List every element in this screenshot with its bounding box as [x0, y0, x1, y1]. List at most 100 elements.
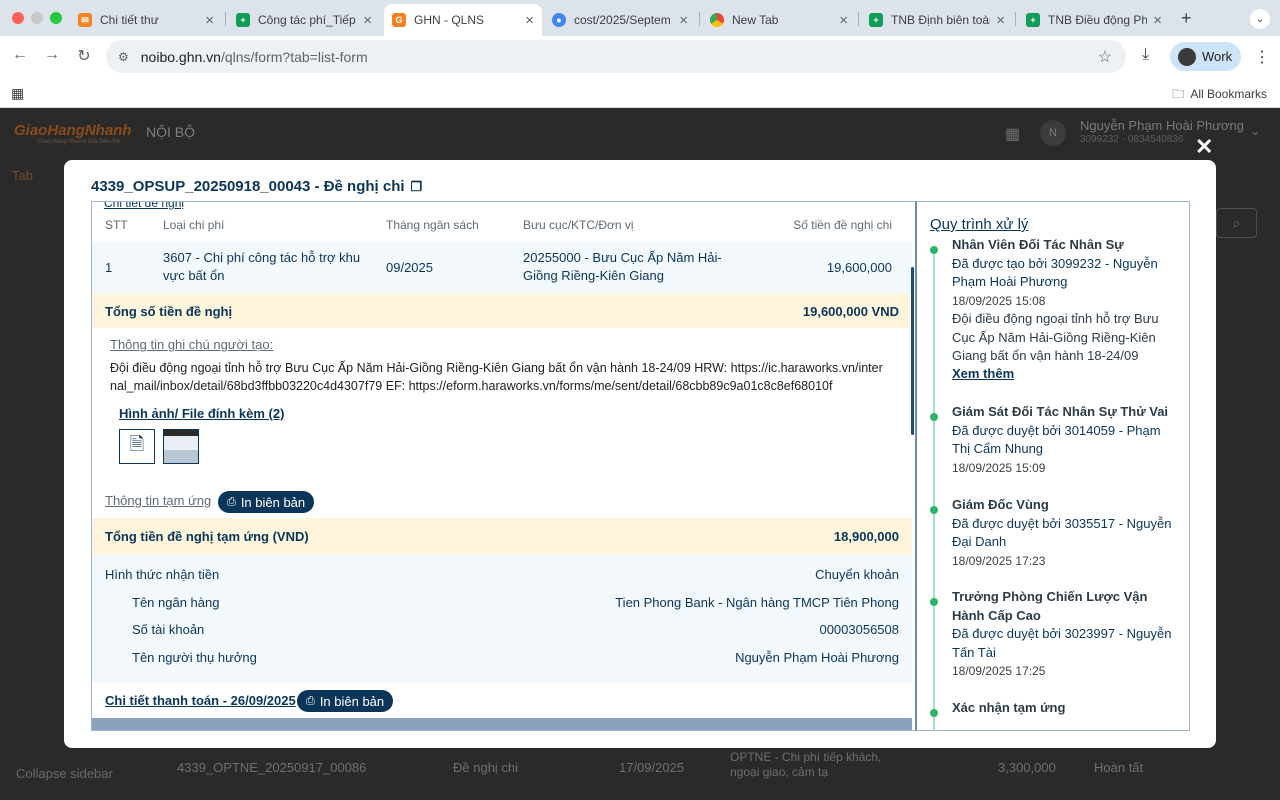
window-minimize-button[interactable]: [31, 12, 43, 24]
browser-tab-6[interactable]: + TNB Điều động Phư ×: [1018, 4, 1170, 36]
tab-title: GHN - QLNS: [414, 13, 485, 27]
step-by: Đã được duyệt bởi 3035517 - Nguyễn Đại D…: [952, 515, 1172, 550]
tab-separator: [699, 12, 700, 26]
col-month: Tháng ngân sách: [386, 218, 479, 232]
close-icon[interactable]: ×: [205, 12, 214, 29]
payment-detail-title[interactable]: Chi tiết thanh toán - 26/09/2025: [105, 693, 296, 708]
request-detail-modal: 4339_OPSUP_20250918_00043 - Đề nghị chi ❐…: [64, 160, 1216, 748]
scrollbar[interactable]: [911, 267, 914, 435]
advance-info-title: Thông tin tạm ứng: [105, 493, 212, 508]
sidebar-item-tab: Tab: [12, 168, 33, 183]
step-role: Giám Sát Đối Tác Nhân Sự Thử Vai: [952, 404, 1169, 419]
step-role: Trưởng Phòng Chiến Lược Vận Hành Cấp Cao: [952, 589, 1148, 623]
profile-button[interactable]: Work: [1170, 42, 1241, 71]
star-icon[interactable]: ☆: [1098, 47, 1112, 67]
tab-title: TNB Định biên toàn: [891, 13, 991, 27]
timeline-dot: [930, 246, 938, 254]
print-label: In biên bản: [240, 494, 306, 510]
process-panel[interactable]: Quy trình xử lý Nhân Viên Đối Tác Nhân S…: [915, 201, 1190, 731]
creator-note-text: Đội điều động ngoại tỉnh hỗ trợ Bưu Cục …: [110, 361, 883, 393]
total-row: Tổng số tiền đề nghị 19,600,000 VND: [92, 294, 912, 328]
timeline-dot: [930, 413, 938, 421]
sheets-icon: +: [1026, 13, 1040, 27]
col-type: Loại chi phí: [163, 218, 225, 232]
browser-tab-1[interactable]: + Công tác phí_Tiếp ×: [228, 4, 380, 36]
payment-table-header: [92, 718, 912, 730]
bookmarks-bar: ▦ 🗀 All Bookmarks: [0, 77, 1280, 108]
modal-close-button[interactable]: ✕: [1195, 134, 1213, 160]
all-bookmarks-label: All Bookmarks: [1190, 87, 1267, 101]
tab-title: TNB Điều động Phư: [1048, 13, 1148, 27]
step-by: Đã được duyệt bởi 3023997 - Nguyễn Tấn T…: [952, 626, 1172, 660]
step-desc: Đội điều động ngoại tỉnh hỗ trợ Bưu Cục …: [952, 311, 1159, 363]
drive-icon: ●: [552, 13, 566, 27]
user-avatar: N: [1040, 120, 1066, 146]
process-step: Xác nhận tạm ứng: [952, 699, 1180, 718]
bg-row-date: 17/09/2025: [619, 760, 685, 775]
tab-title: Công tác phí_Tiếp: [258, 13, 356, 27]
more-menu-icon[interactable]: ⋮: [1254, 47, 1270, 67]
apps-grid-icon[interactable]: ▦: [11, 85, 24, 102]
step-time: 18/09/2025 17:23: [952, 553, 1046, 568]
creator-note-title: Thông tin ghi chú người tạo:: [110, 337, 274, 352]
forward-button[interactable]: →: [42, 46, 62, 64]
payment-method-info: Hình thức nhận tiền Chuyển khoản Tên ngâ…: [92, 555, 912, 683]
step-time: 18/09/2025 15:09: [952, 460, 1046, 475]
window-close-button[interactable]: [12, 12, 24, 24]
download-icon[interactable]: ⤓: [1142, 46, 1149, 64]
copy-icon[interactable]: ❐: [411, 179, 423, 194]
tab-separator: [858, 12, 859, 26]
advance-total-label: Tổng tiền đề nghị tạm ứng (VND): [105, 529, 309, 544]
browser-tab-4[interactable]: New Tab ×: [702, 4, 856, 36]
window-zoom-button[interactable]: [50, 12, 62, 24]
document-icon[interactable]: 🗎: [119, 429, 155, 464]
new-tab-button[interactable]: +: [1181, 8, 1192, 29]
browser-tab-3[interactable]: ● cost/2025/Septem ×: [544, 4, 696, 36]
close-icon[interactable]: ×: [363, 12, 372, 29]
close-icon[interactable]: ×: [525, 12, 534, 29]
printer-icon: ⎙: [227, 495, 236, 508]
print-advance-button[interactable]: ⎙ In biên bản: [218, 491, 315, 513]
chevron-down-icon[interactable]: ⌄: [1250, 9, 1270, 29]
collapse-sidebar: Collapse sidebar: [16, 766, 113, 781]
attachments-title[interactable]: Hình ảnh/ File đính kèm (2): [119, 406, 284, 421]
site-settings-icon[interactable]: ⚙: [118, 50, 129, 64]
back-button[interactable]: ←: [10, 46, 30, 64]
browser-tab-5[interactable]: + TNB Định biên toàn ×: [861, 4, 1013, 36]
address-bar[interactable]: ⚙ noibo.ghn.vn/qlns/form?tab=list-form ☆: [106, 40, 1126, 73]
browser-tab-2-active[interactable]: G GHN - QLNS ×: [384, 4, 542, 36]
image-attachment-thumbnail[interactable]: [163, 429, 199, 464]
browser-tab-0[interactable]: ✉ Chi tiết thư ×: [70, 4, 222, 36]
all-bookmarks-button[interactable]: 🗀 All Bookmarks: [1172, 85, 1267, 106]
account-value: 00003056508: [819, 622, 899, 637]
close-icon[interactable]: ×: [996, 12, 1005, 29]
print-payment-button[interactable]: ⎙ In biên bản: [297, 690, 394, 712]
close-icon[interactable]: ×: [839, 12, 848, 29]
col-stt: STT: [105, 218, 128, 232]
step-by: Đã được duyệt bởi 3014059 - Phạm Thị Cẩm…: [952, 422, 1161, 457]
reload-button[interactable]: ↻: [74, 46, 94, 66]
request-detail-panel[interactable]: Chi tiết đề nghị STT Loại chi phí Tháng …: [91, 201, 916, 731]
cell-stt: 1: [105, 260, 113, 275]
orange-app-icon: ✉: [78, 13, 92, 27]
method-value: Chuyển khoản: [815, 567, 899, 582]
process-title[interactable]: Quy trình xử lý: [930, 216, 1028, 233]
tab-title: Chi tiết thư: [100, 13, 159, 27]
cell-unit: 20255000 - Bưu Cục Ấp Năm Hải-Giồng Riền…: [523, 250, 722, 283]
bg-row-type: Đề nghị chi: [453, 760, 519, 775]
beneficiary-label: Tên người thụ hưởng: [132, 650, 257, 665]
tab-title: cost/2025/Septem: [574, 13, 671, 27]
ghn-logo-tagline: Giao Hàng Nhanh Giá Siêu Rẻ: [38, 139, 121, 145]
table-row: 1 3607 - Chi phí công tác hỗ trợ khu vực…: [92, 242, 912, 294]
chrome-icon: [710, 13, 724, 27]
modal-title: 4339_OPSUP_20250918_00043 - Đề nghị chi ❐: [91, 178, 422, 195]
close-icon[interactable]: ×: [1153, 12, 1162, 29]
see-more-link[interactable]: Xem thêm: [952, 365, 1180, 384]
process-step: Giám Đốc Vùng Đã được duyệt bởi 3035517 …: [952, 496, 1180, 570]
method-label: Hình thức nhận tiền: [105, 567, 220, 582]
step-by: Đã được tạo bởi 3099232 - Nguyễn Phạm Ho…: [952, 255, 1158, 290]
cell-amount: 19,600,000: [826, 260, 892, 275]
close-icon[interactable]: ×: [679, 12, 688, 29]
ghn-logo: GiaoHangNhanh: [14, 122, 132, 139]
advance-total-value: 18,900,000: [833, 529, 899, 544]
